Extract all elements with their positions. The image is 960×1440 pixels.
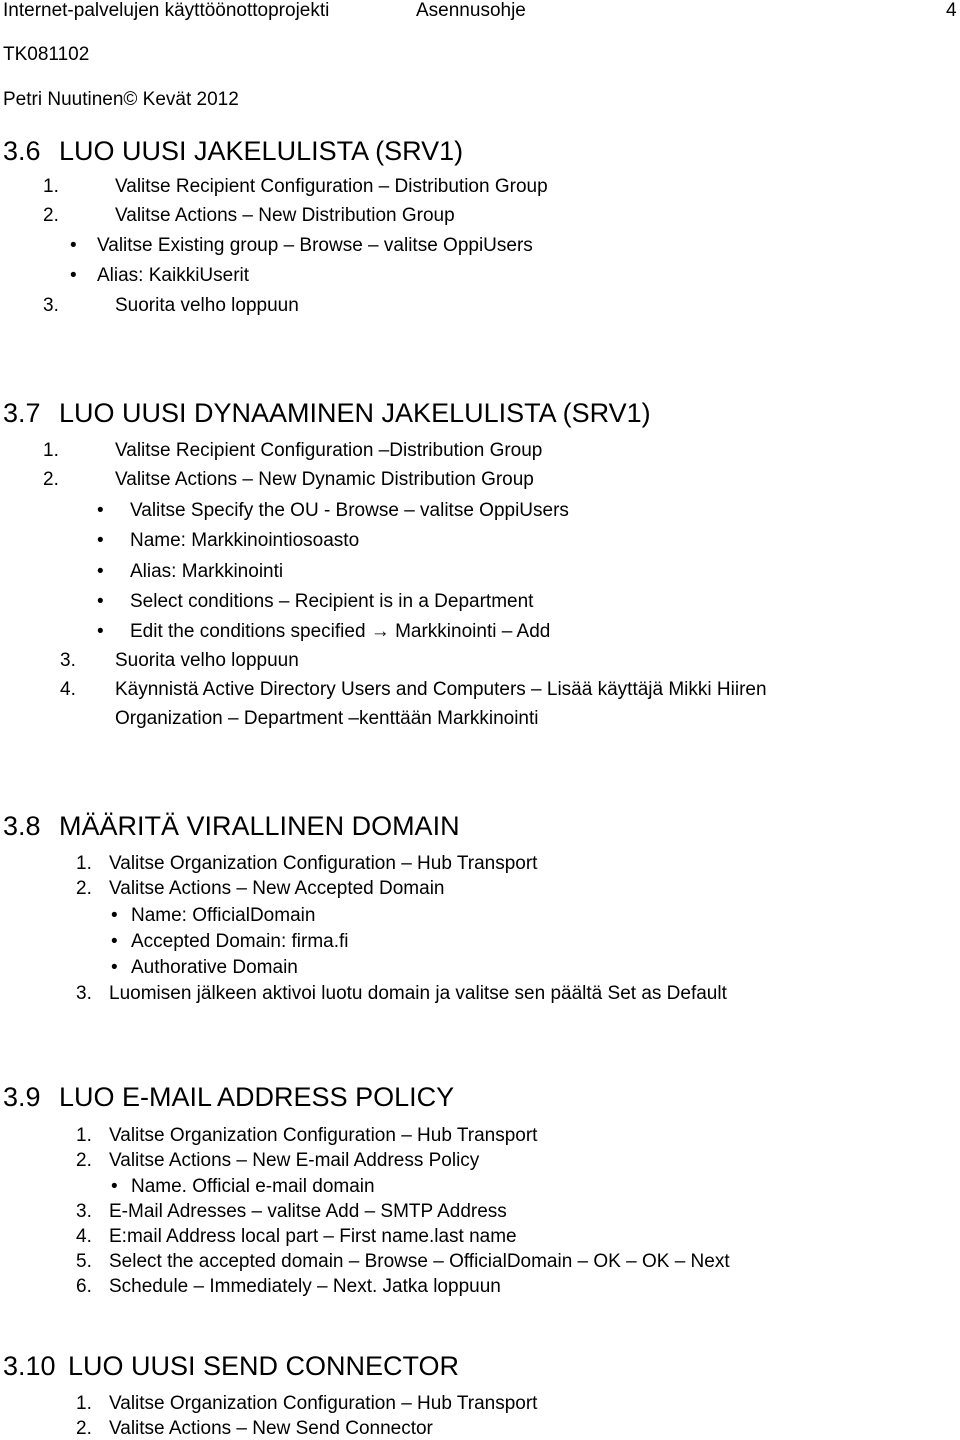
item-number: 1. xyxy=(43,440,59,461)
bullet-icon: • xyxy=(111,931,118,952)
item-text: Käynnistä Active Directory Users and Com… xyxy=(115,679,767,700)
section-number: 3.9 xyxy=(3,1082,41,1112)
item-text: Suorita velho loppuun xyxy=(115,650,299,671)
item-number: 2. xyxy=(76,878,92,899)
item-number: 2. xyxy=(76,1150,92,1171)
item-number: 4. xyxy=(60,679,76,700)
item-text: Valitse Actions – New E-mail Address Pol… xyxy=(109,1150,480,1171)
section-number: 3.7 xyxy=(3,398,41,428)
section-title: MÄÄRITÄ VIRALLINEN DOMAIN xyxy=(59,811,460,841)
section-number: 3.6 xyxy=(3,136,41,166)
project-title: Internet-palvelujen käyttöönottoprojekti xyxy=(3,0,330,21)
section-title: LUO UUSI DYNAAMINEN JAKELULISTA (SRV1) xyxy=(59,398,651,428)
section-number: 3.10 xyxy=(3,1351,56,1381)
item-text: Valitse Existing group – Browse – valits… xyxy=(97,235,533,256)
item-text: Schedule – Immediately – Next. Jatka lop… xyxy=(109,1276,501,1297)
item-text: Select conditions – Recipient is in a De… xyxy=(130,591,534,612)
item-text: Valitse Recipient Configuration – Distri… xyxy=(115,176,548,197)
item-text: Authorative Domain xyxy=(131,957,298,978)
item-number: 2. xyxy=(43,205,59,226)
item-text: Name: Markkinointiosoasto xyxy=(130,530,360,551)
item-text: Valitse Organization Configuration – Hub… xyxy=(109,1125,538,1146)
bullet-icon: • xyxy=(111,1176,118,1197)
section-number: 3.8 xyxy=(3,811,41,841)
item-text: Select the accepted domain – Browse – Of… xyxy=(109,1251,730,1272)
item-number: 6. xyxy=(76,1276,92,1297)
item-text: Valitse Actions – New Accepted Domain xyxy=(109,878,445,899)
item-number: 1. xyxy=(43,176,59,197)
item-number: 1. xyxy=(76,1393,92,1414)
item-text: Name: OfficialDomain xyxy=(131,905,316,926)
item-number: 2. xyxy=(43,469,59,490)
item-text: Suorita velho loppuun xyxy=(115,295,299,316)
item-text: Valitse Specify the OU - Browse – valits… xyxy=(130,500,569,521)
page-number: 4 xyxy=(946,0,957,21)
bullet-icon: • xyxy=(70,235,77,256)
bullet-icon: • xyxy=(97,561,104,582)
item-text: Name. Official e-mail domain xyxy=(131,1176,375,1197)
section-title: LUO E-MAIL ADDRESS POLICY xyxy=(59,1082,455,1112)
item-text: Alias: Markkinointi xyxy=(130,561,284,582)
item-text: Valitse Organization Configuration – Hub… xyxy=(109,853,538,874)
item-number: 3. xyxy=(76,983,92,1004)
item-text: Valitse Recipient Configuration –Distrib… xyxy=(115,440,543,461)
item-number: 1. xyxy=(76,853,92,874)
item-text: Luomisen jälkeen aktivoi luotu domain ja… xyxy=(109,983,727,1004)
item-number: 3. xyxy=(76,1201,92,1222)
item-number: 1. xyxy=(76,1125,92,1146)
item-text: Alias: KaikkiUserit xyxy=(97,265,250,286)
item-number: 5. xyxy=(76,1251,92,1272)
section-title: LUO UUSI JAKELULISTA (SRV1) xyxy=(59,136,464,166)
item-text: Valitse Actions – New Send Connector xyxy=(109,1418,433,1439)
bullet-icon: • xyxy=(97,591,104,612)
item-text: Edit the conditions specified → Markkino… xyxy=(130,621,551,642)
document-type: Asennusohje xyxy=(416,0,526,21)
item-number: 2. xyxy=(76,1418,92,1439)
item-text: E-Mail Adresses – valitse Add – SMTP Add… xyxy=(109,1201,507,1222)
item-number: 4. xyxy=(76,1226,92,1247)
bullet-icon: • xyxy=(97,530,104,551)
item-number: 3. xyxy=(60,650,76,671)
item-text: E:mail Address local part – First name.l… xyxy=(109,1226,517,1247)
item-text: Valitse Actions – New Distribution Group xyxy=(115,205,455,226)
bullet-icon: • xyxy=(97,621,104,642)
section-title: LUO UUSI SEND CONNECTOR xyxy=(68,1351,460,1381)
bullet-icon: • xyxy=(70,265,77,286)
author-line: Petri Nuutinen© Kevät 2012 xyxy=(3,89,239,110)
item-number: 3. xyxy=(43,295,59,316)
item-text: Accepted Domain: firma.fi xyxy=(131,931,349,952)
course-code: TK081102 xyxy=(3,44,90,65)
bullet-icon: • xyxy=(97,500,104,521)
item-text: Organization – Department –kenttään Mark… xyxy=(115,708,539,729)
bullet-icon: • xyxy=(111,905,118,926)
item-text: Valitse Actions – New Dynamic Distributi… xyxy=(115,469,534,490)
item-text: Valitse Organization Configuration – Hub… xyxy=(109,1393,538,1414)
bullet-icon: • xyxy=(111,957,118,978)
